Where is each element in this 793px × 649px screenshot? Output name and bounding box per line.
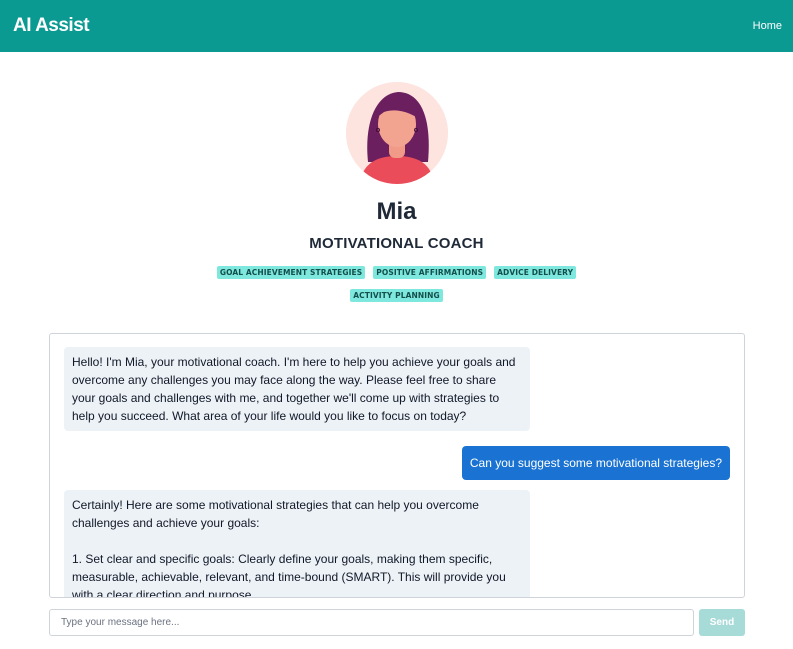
skill-tag: ADVICE DELIVERY (494, 266, 577, 279)
coach-avatar (346, 82, 448, 184)
user-message: Can you suggest some motivational strate… (461, 446, 730, 480)
message-input[interactable] (49, 609, 694, 636)
coach-name: Mia (376, 198, 417, 225)
coach-role: MOTIVATIONAL COACH (309, 235, 484, 252)
skill-tags-row-2: ACTIVITY PLANNING (0, 289, 793, 302)
skill-tags-row-1: GOAL ACHIEVEMENT STRATEGIES POSITIVE AFF… (0, 266, 793, 279)
woman-avatar-icon (346, 82, 448, 184)
skill-tag: GOAL ACHIEVEMENT STRATEGIES (216, 266, 366, 279)
chat-window[interactable]: Hello! I'm Mia, your motivational coach.… (49, 333, 745, 598)
message-composer: Send (49, 609, 745, 636)
send-button[interactable]: Send (699, 609, 745, 636)
home-link[interactable]: Home (753, 20, 782, 32)
top-navbar: AI Assist Home (0, 0, 793, 52)
bot-message: Certainly! Here are some motivational st… (64, 490, 530, 597)
skill-tag: ACTIVITY PLANNING (350, 289, 443, 302)
brand-logo[interactable]: AI Assist (13, 15, 90, 37)
bot-message: Hello! I'm Mia, your motivational coach.… (64, 347, 530, 431)
skill-tag: POSITIVE AFFIRMATIONS (373, 266, 487, 279)
